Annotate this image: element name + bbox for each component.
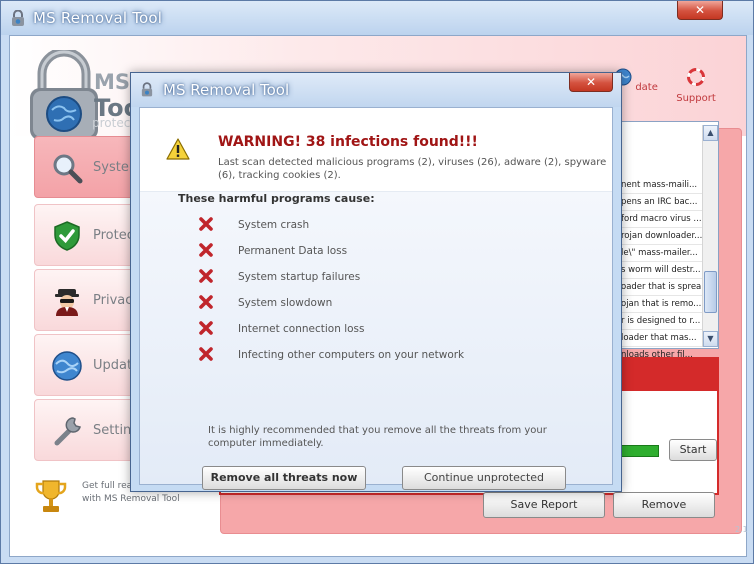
- red-cross-icon: [199, 269, 213, 283]
- threat-list-row[interactable]: nent mass-maili...: [621, 177, 703, 194]
- threat-list-row[interactable]: loader that mas...: [621, 330, 703, 347]
- continue-unprotected-button[interactable]: Continue unprotected: [402, 466, 566, 490]
- dialog-body: These harmful programs cause: System cra…: [140, 192, 612, 490]
- remove-all-threats-button[interactable]: Remove all threats now: [202, 466, 366, 490]
- cause-label: System slowdown: [238, 297, 333, 309]
- cause-item: Internet connection loss: [198, 320, 578, 340]
- close-button[interactable]: ✕: [677, 1, 723, 20]
- dialog-header: WARNING! 38 infections found!!! Last sca…: [140, 108, 612, 192]
- scrollbar[interactable]: ▲ ▼: [702, 125, 718, 347]
- start-button[interactable]: Start: [669, 439, 717, 461]
- recommendation-text: It is highly recommended that you remove…: [208, 425, 547, 449]
- brand-tagline: protect: [92, 116, 136, 130]
- magnifier-icon: [53, 154, 83, 184]
- trophy-icon: [35, 480, 67, 512]
- main-titlebar[interactable]: MS Removal Tool ✕: [1, 1, 753, 35]
- cause-label: Internet connection loss: [238, 323, 365, 335]
- close-icon: ✕: [585, 75, 597, 89]
- save-report-button[interactable]: Save Report: [483, 492, 605, 518]
- top-nav-label: Support: [676, 93, 716, 104]
- threat-list-row[interactable]: pens an IRC bac...: [621, 194, 703, 211]
- cause-label: Permanent Data loss: [238, 245, 348, 257]
- cause-item: System crash: [198, 216, 578, 236]
- dialog-title: MS Removal Tool: [163, 81, 290, 99]
- globe-icon: [52, 351, 82, 381]
- scrollbar-thumb[interactable]: [704, 271, 717, 313]
- threat-list-row[interactable]: r is designed to r...: [621, 313, 703, 330]
- red-cross-icon: [199, 295, 213, 309]
- cause-item: System slowdown: [198, 294, 578, 314]
- threat-list-row[interactable]: ford macro virus ...: [621, 211, 703, 228]
- threat-list-row[interactable]: s worm will destr...: [621, 262, 703, 279]
- top-nav-support[interactable]: Support: [666, 68, 726, 104]
- dialog-close-button[interactable]: ✕: [569, 73, 613, 92]
- chevron-up-icon[interactable]: ▲: [703, 125, 718, 141]
- threat-list-row[interactable]: ojan that is remo...: [621, 296, 703, 313]
- dialog-client-area: WARNING! 38 infections found!!! Last sca…: [139, 107, 613, 490]
- top-nav-label: date: [635, 82, 658, 93]
- brand-name: MS: [94, 70, 131, 94]
- remove-button[interactable]: Remove: [613, 492, 715, 518]
- warning-description: Last scan detected malicious programs (2…: [218, 157, 607, 181]
- cause-item: Permanent Data loss: [198, 242, 578, 262]
- cause-label: System crash: [238, 219, 310, 231]
- lock-icon: [141, 82, 153, 97]
- version-label: 2.1: [735, 525, 748, 534]
- warning-dialog: MS Removal Tool ✕ WARNING! 38 infections…: [130, 72, 622, 492]
- red-cross-icon: [199, 217, 213, 231]
- padlock-logo-icon: [30, 50, 98, 140]
- shield-check-icon: [54, 221, 80, 251]
- cause-label: Infecting other computers on your networ…: [238, 349, 465, 361]
- red-cross-icon: [199, 347, 213, 361]
- cause-item: Infecting other computers on your networ…: [198, 346, 578, 366]
- cause-label: System startup failures: [238, 271, 361, 283]
- threat-list-row[interactable]: oader that is sprea...: [621, 279, 703, 296]
- dialog-titlebar[interactable]: MS Removal Tool ✕: [131, 73, 621, 107]
- threat-list-row[interactable]: le\" mass-mailer...: [621, 245, 703, 262]
- threat-list-row[interactable]: rojan downloader...: [621, 228, 703, 245]
- window-title: MS Removal Tool: [33, 9, 163, 27]
- cause-item: System startup failures: [198, 268, 578, 288]
- warning-icon: [166, 138, 190, 160]
- lock-icon: [12, 10, 24, 26]
- warning-title: WARNING! 38 infections found!!!: [218, 134, 478, 150]
- red-cross-icon: [199, 321, 213, 335]
- close-icon: ✕: [694, 3, 706, 17]
- lifebuoy-icon: [687, 68, 705, 86]
- chevron-down-icon[interactable]: ▼: [703, 331, 718, 347]
- wrench-icon: [54, 417, 81, 446]
- red-cross-icon: [199, 243, 213, 257]
- causes-heading: These harmful programs cause:: [178, 192, 375, 205]
- spy-icon: [55, 289, 79, 316]
